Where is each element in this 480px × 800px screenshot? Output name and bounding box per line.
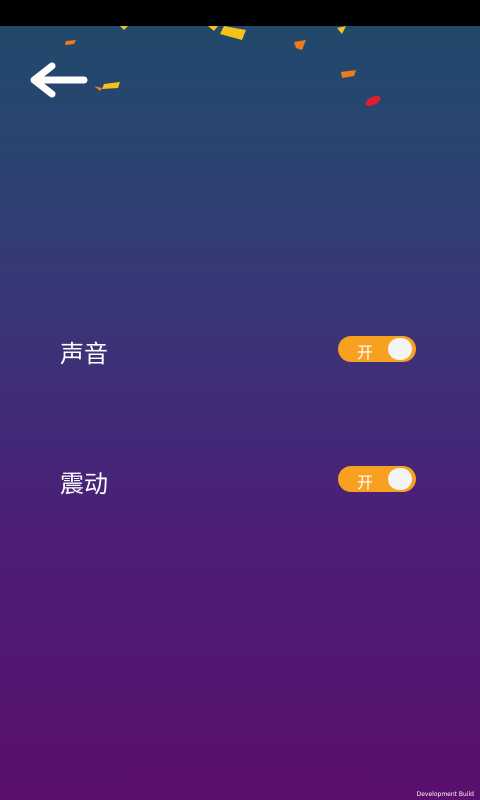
- vibration-label: 震动: [60, 470, 108, 498]
- vibration-toggle-text: 开: [357, 473, 374, 492]
- toggle-knob: [388, 338, 412, 360]
- back-button[interactable]: [28, 62, 90, 98]
- toggle-knob: [388, 468, 412, 490]
- sound-toggle[interactable]: 开: [338, 336, 416, 362]
- sound-label: 声音: [60, 340, 108, 368]
- vibration-setting-row: 震动 开: [0, 458, 480, 498]
- sound-setting-row: 声音 开: [0, 328, 480, 368]
- sound-toggle-text: 开: [357, 343, 374, 362]
- arrow-left-icon: [28, 62, 90, 102]
- build-label: Development Build: [416, 791, 474, 798]
- confetti-decoration: [0, 0, 480, 120]
- vibration-toggle[interactable]: 开: [338, 466, 416, 492]
